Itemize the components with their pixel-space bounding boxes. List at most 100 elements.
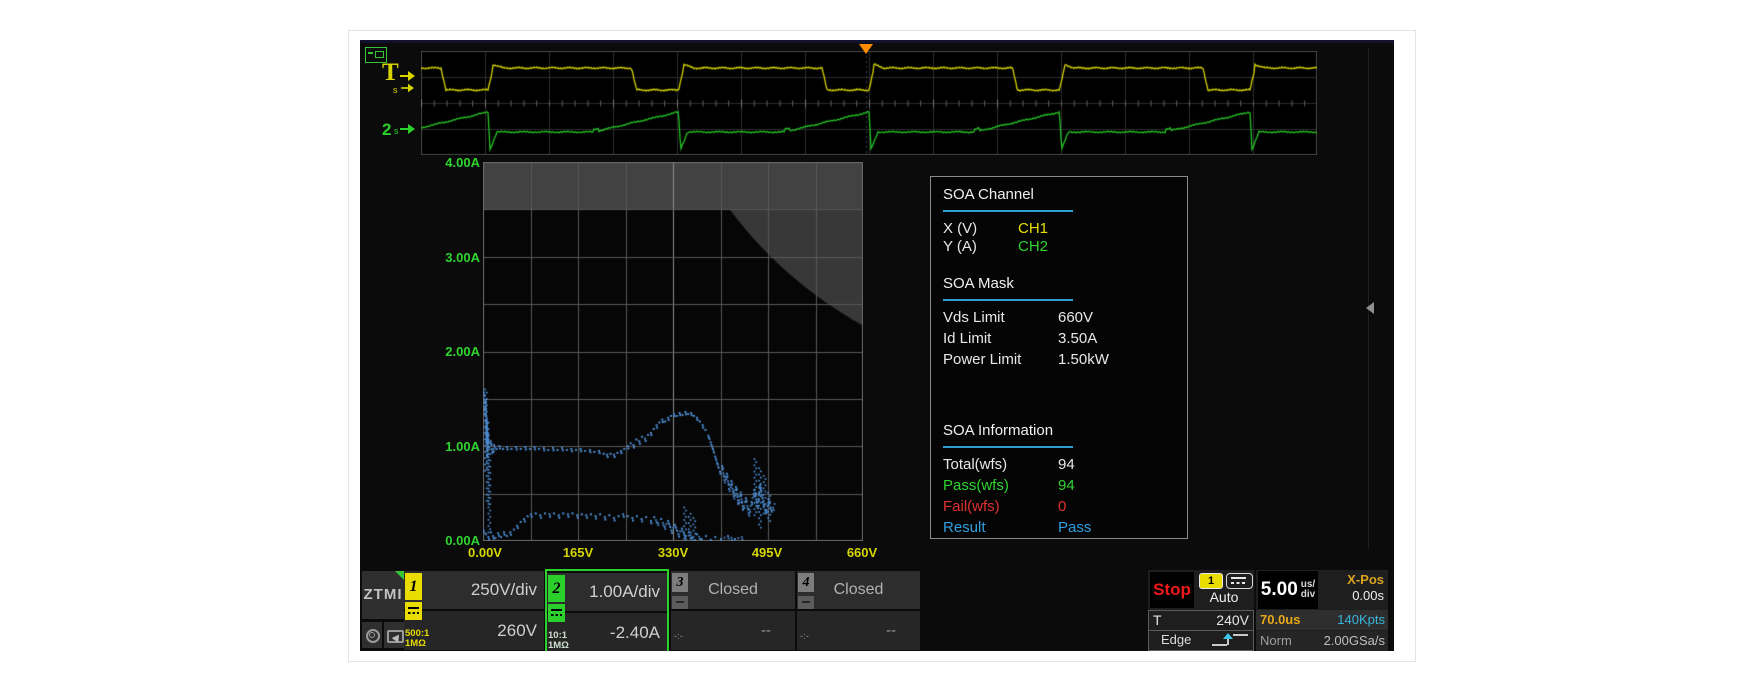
id-limit-row: Id Limit 3.50A [943,328,1175,349]
ch4-offset-value: -- [886,611,896,650]
screenshot-card: T s 2 s 4.00A 3.00A 2.00A 1.00A 0.00A 0.… [348,30,1416,662]
trigger-level-label: T [382,60,399,85]
ch1-offset-value: 260V [497,611,537,650]
ch4-offset-row[interactable] [797,611,920,650]
trigger-type-row[interactable]: Edge [1148,630,1254,651]
ch1-probe-info: 500:1 1MΩ [405,629,429,649]
ch1-position-marker-icon[interactable] [401,84,415,93]
trigger-source-badge[interactable]: 1 [1199,573,1223,589]
ch2-probe-info: 10:1 1MΩ [548,631,569,651]
ch2-badge[interactable]: 2 [548,575,565,602]
ch2-dc-coupling-icon [548,604,565,622]
trigger-level-value: 240V [1216,611,1249,630]
touch-tool-button[interactable] [384,622,404,648]
y-tick-2a: 2.00A [434,344,480,359]
fail-wfs-row: Fail(wfs) 0 [943,496,1175,517]
ch4-state-value: Closed [797,571,920,609]
vds-limit-row: Vds Limit 660V [943,307,1175,328]
power-limit-row: Power Limit 1.50kW [943,349,1175,370]
soa-x-row: X (V) CH1 [943,220,1175,238]
window-length-value: 70.0us [1260,610,1300,630]
ch1-badge[interactable]: 1 [405,573,422,600]
record-points-value: 140Kpts [1337,610,1385,630]
soa-mask-title: SOA Mask [943,274,1175,294]
pass-wfs-row: Pass(wfs) 94 [943,475,1175,496]
soa-channel-title: SOA Channel [943,185,1175,205]
y-channel-value: CH2 [1018,238,1048,256]
screenshot-tool-button[interactable] [362,622,382,648]
sample-rate-value: 2.00GSa/s [1324,631,1385,651]
section-divider [943,446,1073,448]
x-tick-660v: 660V [838,545,886,560]
soa-y-row: Y (A) CH2 [943,238,1175,256]
result-value: Pass [1058,517,1091,538]
ch2-marker-label: 2 [382,120,391,140]
oscilloscope-screen: T s 2 s 4.00A 3.00A 2.00A 1.00A 0.00A 0.… [360,40,1394,651]
y-tick-1a: 1.00A [434,439,480,454]
power-limit-value: 1.50kW [1058,349,1109,370]
trigger-mode-value[interactable]: Auto [1198,589,1250,605]
soa-information-title: SOA Information [943,421,1175,441]
total-wfs-value: 94 [1058,454,1075,475]
timebase-scale-box[interactable]: 5.00 us/ div [1258,571,1318,609]
id-limit-value: 3.50A [1058,328,1097,349]
soa-info-panel: SOA Channel X (V) CH1 Y (A) CH2 SOA Mask… [930,176,1188,539]
ch1-marker-sub: s [393,85,398,95]
ch4-coupling-icon [798,596,814,609]
ch4-badge[interactable]: 4 [798,573,814,592]
trigger-t-label: T [1153,611,1162,630]
trigger-level-row[interactable]: T 240V [1148,610,1254,631]
page-background: T s 2 s 4.00A 3.00A 2.00A 1.00A 0.00A 0.… [0,0,1760,700]
acquisition-mode-row: Norm 2.00GSa/s [1256,631,1388,651]
rising-edge-icon [1212,633,1248,647]
soa-plot [483,162,863,541]
ch1-scale-value: 250V/div [471,571,537,609]
vds-limit-value: 660V [1058,307,1093,328]
y-tick-4a: 4.00A [434,155,480,170]
side-panel-divider [1368,48,1369,548]
acquisition-window-row: 70.0us 140Kpts [1256,610,1388,630]
total-wfs-row: Total(wfs) 94 [943,454,1175,475]
ch2-offset-value: -2.40A [610,613,660,651]
fail-wfs-value: 0 [1058,496,1066,517]
collapse-panel-arrow-icon[interactable] [1366,302,1374,314]
xpos-label: X-Pos [1320,572,1384,588]
timebase-scale-value: 5.00 [1261,579,1298,601]
y-tick-3a: 3.00A [434,250,480,265]
ch3-badge[interactable]: 3 [672,573,688,592]
x-tick-165v: 165V [554,545,602,560]
ch3-offset-value: -- [761,611,771,650]
pass-wfs-value: 94 [1058,475,1075,496]
x-tick-0v: 0.00V [461,545,509,560]
trigger-coupling-icon [1226,573,1253,589]
trigger-status-section[interactable]: Stop 1 Auto T 240V Edge [1148,570,1254,651]
result-row: Result Pass [943,517,1175,538]
x-channel-value: CH1 [1018,220,1048,238]
channel2-status-section[interactable]: 1.00A/div -2.40A 2 10:1 1MΩ [545,569,669,651]
channel3-status-section[interactable]: Closed -- 3 -:- [671,569,795,651]
run-state-indicator[interactable]: Stop [1150,572,1194,608]
top-accent-strip [360,40,1394,43]
timebase-status-section[interactable]: 5.00 us/ div X-Pos 0.00s 70.0us 140Kpts … [1256,570,1388,651]
ch2-scale-value: 1.00A/div [589,573,660,611]
ch4-probe-info: -:- [800,631,809,642]
trigger-position-marker[interactable] [859,44,873,54]
ch2-position-marker-icon[interactable] [400,124,416,134]
timebase-unit: us/ div [1301,580,1315,600]
trigger-level-marker-icon[interactable] [400,71,416,81]
x-tick-495v: 495V [743,545,791,560]
trigger-type-value: Edge [1161,630,1191,650]
ch2-marker-sub: s [394,126,399,136]
ch3-probe-info: -:- [674,631,683,642]
section-divider [943,210,1073,212]
channel4-status-section[interactable]: Closed -- 4 -:- [797,569,920,651]
horizontal-position-box[interactable]: X-Pos 0.00s [1320,572,1384,604]
logo-corner-accent [395,571,404,580]
acq-mode-value: Norm [1260,631,1292,651]
section-divider [943,299,1073,301]
channel1-status-section[interactable]: 250V/div 260V 1 500:1 1MΩ [404,569,544,651]
waveform-display [421,51,1317,155]
brand-logo: ZTMI [362,571,404,619]
ch3-offset-row[interactable] [671,611,795,650]
ch3-state-value: Closed [671,571,795,609]
